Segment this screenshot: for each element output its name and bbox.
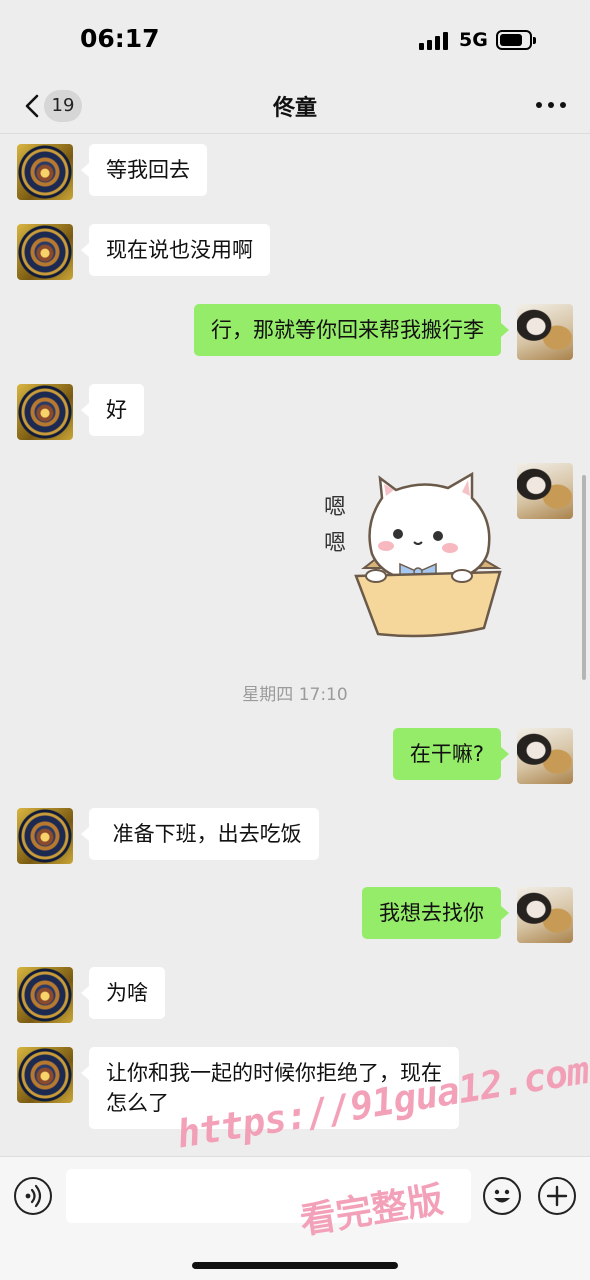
contact-avatar[interactable] xyxy=(17,1047,73,1103)
more-functions-button[interactable] xyxy=(538,1177,576,1215)
message-bubble-received[interactable]: 等我回去 xyxy=(81,144,207,196)
self-avatar[interactable] xyxy=(517,728,573,784)
voice-icon xyxy=(25,1184,42,1208)
plus-icon xyxy=(546,1185,568,1207)
emoji-button[interactable] xyxy=(483,1177,521,1215)
message-bubble-received[interactable]: 准备下班，出去吃饭 xyxy=(81,808,319,860)
chat-header: 19 佟童 xyxy=(0,78,590,134)
emoji-icon xyxy=(494,1189,510,1203)
message-bubble-sent[interactable]: 我想去找你 xyxy=(362,887,509,939)
contact-avatar[interactable] xyxy=(17,967,73,1023)
cat-in-box-sticker: 嗯 嗯 xyxy=(324,471,502,638)
status-time: 06:17 xyxy=(80,24,160,53)
battery-icon xyxy=(496,30,536,50)
message-bubble-received[interactable]: 为啥 xyxy=(81,967,165,1019)
chat-timestamp: 星期四 17:10 xyxy=(242,685,348,705)
signal-icon xyxy=(419,32,449,50)
chat-title: 佟童 xyxy=(272,96,317,121)
contact-avatar[interactable] xyxy=(17,384,73,440)
contact-avatar[interactable] xyxy=(17,808,73,864)
message-bubble-sent[interactable]: 行，那就等你回来帮我搬行李 xyxy=(194,304,509,356)
message-bubble-received[interactable]: 现在说也没用啊 xyxy=(81,224,270,276)
message-bubble-received[interactable]: 好 xyxy=(81,384,144,436)
contact-avatar[interactable] xyxy=(17,144,73,200)
more-button[interactable] xyxy=(534,92,568,116)
self-avatar[interactable] xyxy=(517,463,573,519)
network-type: 5G xyxy=(459,29,488,51)
self-avatar[interactable] xyxy=(517,887,573,943)
sticker-text: 嗯 xyxy=(324,495,346,520)
voice-input-button[interactable] xyxy=(14,1177,52,1215)
status-bar: 06:17 5G xyxy=(0,0,590,80)
self-avatar[interactable] xyxy=(517,304,573,360)
home-indicator[interactable] xyxy=(192,1262,398,1269)
sticker-text: 嗯 xyxy=(324,531,346,556)
scrollbar[interactable] xyxy=(582,475,586,680)
sticker-message[interactable]: 嗯 嗯 xyxy=(322,468,506,642)
message-bubble-sent[interactable]: 在干嘛? xyxy=(392,728,510,780)
contact-avatar[interactable] xyxy=(17,224,73,280)
